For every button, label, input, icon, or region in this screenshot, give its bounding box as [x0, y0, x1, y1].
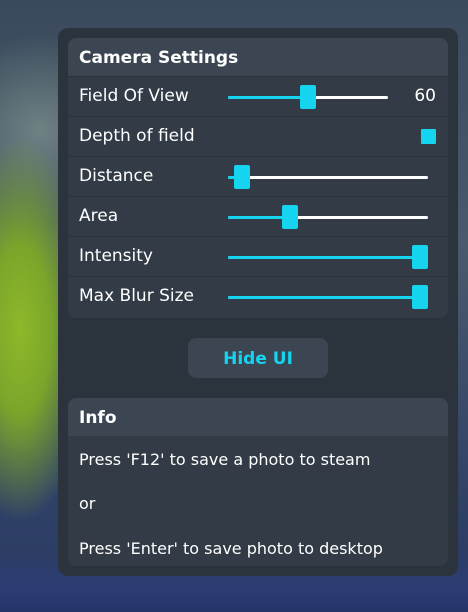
setting-row-field-of-view: Field Of View 60 — [68, 76, 448, 116]
setting-row-area: Area — [68, 196, 448, 236]
slider-handle[interactable] — [234, 165, 250, 189]
slider-fill — [228, 296, 420, 299]
field-of-view-slider[interactable] — [228, 85, 388, 109]
field-of-view-value: 60 — [414, 86, 436, 106]
area-label: Area — [79, 206, 119, 226]
setting-row-distance: Distance — [68, 156, 448, 196]
area-slider[interactable] — [228, 205, 428, 229]
slider-track — [228, 176, 428, 179]
slider-fill — [228, 96, 308, 99]
max-blur-size-label: Max Blur Size — [79, 286, 194, 306]
slider-handle[interactable] — [300, 85, 316, 109]
camera-settings-section: Camera Settings Field Of View 60 Depth o… — [68, 38, 448, 318]
info-section: Info Press 'F12' to save a photo to stea… — [68, 398, 448, 566]
setting-row-max-blur-size: Max Blur Size — [68, 276, 448, 316]
info-line-or: or — [79, 494, 96, 513]
field-of-view-label: Field Of View — [79, 86, 189, 106]
slider-handle[interactable] — [412, 245, 428, 269]
setting-row-intensity: Intensity — [68, 236, 448, 276]
camera-settings-title: Camera Settings — [68, 38, 448, 76]
depth-of-field-checkbox[interactable] — [421, 129, 436, 144]
distance-slider[interactable] — [228, 165, 428, 189]
intensity-slider[interactable] — [228, 245, 428, 269]
slider-fill — [228, 256, 420, 259]
depth-of-field-label: Depth of field — [79, 126, 195, 146]
slider-handle[interactable] — [282, 205, 298, 229]
max-blur-size-slider[interactable] — [228, 285, 428, 309]
info-line-enter: Press 'Enter' to save photo to desktop — [79, 539, 383, 558]
info-line-f12: Press 'F12' to save a photo to steam — [79, 450, 371, 469]
distance-label: Distance — [79, 166, 154, 186]
slider-handle[interactable] — [412, 285, 428, 309]
intensity-label: Intensity — [79, 246, 153, 266]
slider-fill — [228, 216, 290, 219]
setting-row-depth-of-field: Depth of field — [68, 116, 448, 156]
info-title: Info — [68, 398, 448, 436]
hide-ui-button[interactable]: Hide UI — [188, 338, 328, 378]
camera-panel: Camera Settings Field Of View 60 Depth o… — [58, 28, 458, 576]
